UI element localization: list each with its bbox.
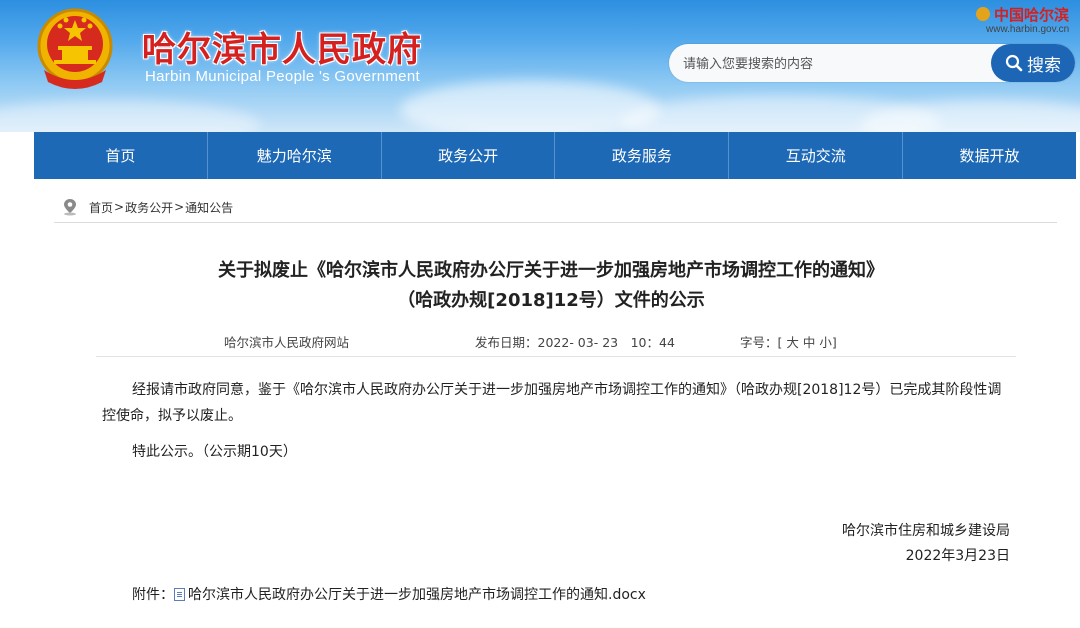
signature-organization: 哈尔滨市住房和城乡建设局 bbox=[842, 523, 1010, 539]
attachment-label: 附件： bbox=[132, 587, 174, 603]
article-paragraph: 特此公示。（公示期10天） bbox=[132, 444, 297, 460]
site-subtitle: Harbin Municipal People 's Government bbox=[145, 68, 420, 85]
signature-date: 2022年3月23日 bbox=[905, 548, 1010, 564]
article-source: 哈尔滨市人民政府网站 bbox=[224, 335, 350, 350]
gov-logo-icon bbox=[976, 7, 990, 21]
gov-logo-text: 中国哈尔滨 bbox=[994, 6, 1070, 24]
gov-logo[interactable]: 中国哈尔滨 bbox=[976, 4, 1069, 25]
national-emblem-icon[interactable] bbox=[34, 6, 116, 90]
doc-file-icon bbox=[174, 587, 185, 601]
breadcrumb-government-affairs[interactable]: 政务公开 bbox=[125, 199, 173, 216]
nav-item-government-services[interactable]: 政务服务 bbox=[554, 132, 728, 179]
article-title-line2: （哈政办规[2018]12号）文件的公示 bbox=[397, 290, 705, 311]
attachment-link[interactable]: 哈尔滨市人民政府办公厅关于进一步加强房地产市场调控工作的通知.docx bbox=[188, 584, 646, 604]
date-label: 发布日期： bbox=[475, 335, 538, 350]
font-size-end: ] bbox=[831, 335, 837, 350]
search-input[interactable] bbox=[681, 51, 985, 77]
divider bbox=[54, 222, 1057, 223]
nav-item-interaction[interactable]: 互动交流 bbox=[728, 132, 902, 179]
font-size-large[interactable]: 大 bbox=[786, 335, 799, 350]
site-header: 哈尔滨市人民政府 Harbin Municipal People 's Gove… bbox=[0, 0, 1080, 132]
site-title: 哈尔滨市人民政府 bbox=[142, 30, 422, 70]
article-date: 发布日期：2022- 03- 23 10：44 bbox=[475, 332, 675, 351]
divider bbox=[96, 356, 1016, 357]
font-size-control: 字号：[ 大 中 小] bbox=[740, 332, 837, 351]
font-size-label: 字号：[ bbox=[740, 335, 783, 350]
location-pin-icon bbox=[64, 199, 76, 216]
article-title: 关于拟废止《哈尔滨市人民政府办公厅关于进一步加强房地产市场调控工作的通知》 （哈… bbox=[80, 256, 1022, 316]
nav-item-home[interactable]: 首页 bbox=[34, 132, 207, 179]
search-button-label: 搜索 bbox=[1027, 55, 1061, 76]
article-paragraph: 经报请市政府同意，鉴于《哈尔滨市人民政府办公厅关于进一步加强房地产市场调控工作的… bbox=[102, 382, 1002, 424]
search-button[interactable]: 搜索 bbox=[991, 44, 1075, 82]
nav-item-open-data[interactable]: 数据开放 bbox=[902, 132, 1076, 179]
font-size-medium[interactable]: 中 bbox=[803, 335, 816, 350]
search-icon bbox=[1005, 54, 1023, 72]
breadcrumb: 首页 > 政务公开 > 通知公告 bbox=[60, 198, 233, 216]
breadcrumb-home[interactable]: 首页 bbox=[89, 199, 113, 216]
main-nav: 首页 魅力哈尔滨 政务公开 政务服务 互动交流 数据开放 bbox=[34, 132, 1076, 179]
nav-item-government-affairs[interactable]: 政务公开 bbox=[380, 132, 555, 179]
font-size-small[interactable]: 小 bbox=[819, 335, 832, 350]
search-box: 搜索 bbox=[669, 44, 1075, 82]
attachment: 附件： 哈尔滨市人民政府办公厅关于进一步加强房地产市场调控工作的通知.docx bbox=[132, 584, 646, 604]
nav-item-charm-harbin[interactable]: 魅力哈尔滨 bbox=[206, 132, 381, 179]
article-title-line1: 关于拟废止《哈尔滨市人民政府办公厅关于进一步加强房地产市场调控工作的通知》 bbox=[218, 260, 884, 281]
breadcrumb-notices[interactable]: 通知公告 bbox=[185, 199, 233, 216]
date-value: 2022- 03- 23 10：44 bbox=[537, 335, 675, 350]
gov-url: www.harbin.gov.cn bbox=[986, 24, 1070, 35]
